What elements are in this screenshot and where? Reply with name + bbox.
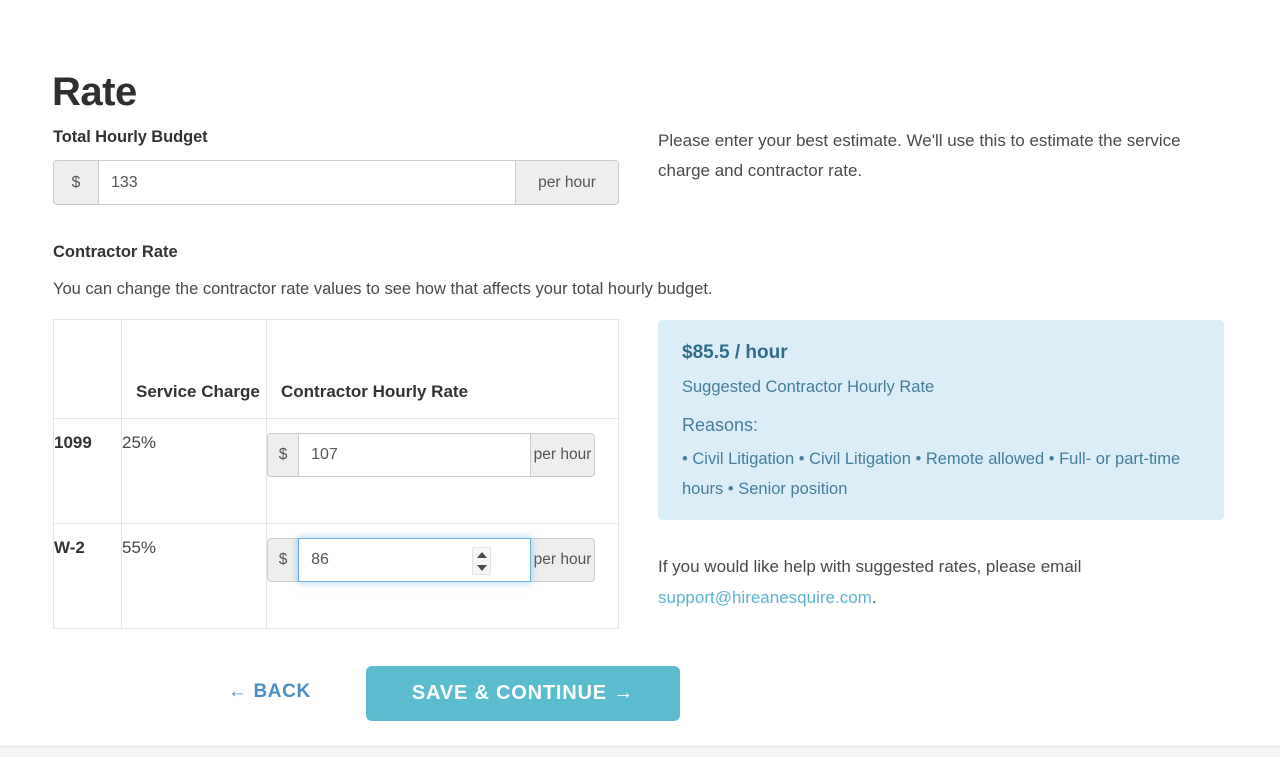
total-hourly-budget-label: Total Hourly Budget [53, 128, 208, 146]
row-service-charge-1099: 25% [121, 418, 267, 524]
currency-symbol-addon: $ [53, 160, 98, 205]
suggested-rate-amount: $85.5 / hour [682, 342, 788, 363]
number-stepper[interactable] [472, 547, 491, 575]
table-header-row: Service Charge Contractor Hourly Rate [53, 319, 619, 419]
total-budget-helper-text: Please enter your best estimate. We'll u… [658, 131, 1181, 180]
contractor-rate-label: Contractor Rate [53, 243, 178, 261]
rate-page: Rate Total Hourly Budget $ per hour Plea… [0, 0, 1280, 746]
contractor-rate-description: You can change the contractor rate value… [53, 280, 713, 298]
footer-strip [0, 746, 1280, 757]
currency-symbol-addon: $ [267, 433, 299, 477]
contractor-rate-input-group-1099[interactable]: $ per hour [267, 433, 595, 477]
suggested-rate-panel: $85.5 / hour Suggested Contractor Hourly… [658, 320, 1224, 520]
row-type-1099: 1099 [53, 418, 122, 524]
support-text-before: If you would like help with suggested ra… [658, 557, 1082, 576]
support-email-link[interactable]: support@hireanesquire.com [658, 588, 872, 607]
per-hour-addon: per hour [531, 433, 595, 477]
save-and-continue-button[interactable]: SAVE & CONTINUE → [366, 666, 680, 721]
total-hourly-budget-input-group[interactable]: $ per hour [53, 160, 619, 205]
table-row: W-2 55% $ per hour [53, 523, 619, 629]
support-help-text: If you would like help with suggested ra… [658, 551, 1198, 613]
contractor-rate-input-w2[interactable] [298, 538, 532, 582]
page-title: Rate [52, 69, 137, 114]
total-hourly-budget-input[interactable] [98, 160, 516, 205]
support-text-after: . [871, 588, 877, 607]
reasons-list: • Civil Litigation • Civil Litigation • … [682, 450, 1181, 498]
per-hour-addon: per hour [516, 160, 619, 205]
per-hour-addon: per hour [531, 538, 595, 582]
currency-symbol-addon: $ [267, 538, 299, 582]
stepper-up-icon[interactable] [476, 551, 487, 558]
stepper-down-icon[interactable] [476, 564, 487, 571]
row-service-charge-w2: 55% [121, 523, 267, 629]
back-button[interactable]: ← BACK [228, 679, 311, 705]
contractor-rate-input-1099[interactable] [298, 433, 532, 477]
contractor-rate-table: Service Charge Contractor Hourly Rate 10… [53, 319, 619, 629]
row-type-w2: W-2 [53, 523, 122, 629]
column-header-service-charge: Service Charge [121, 319, 267, 419]
contractor-rate-input-group-w2[interactable]: $ per hour [267, 538, 595, 582]
reasons-title: Reasons: [682, 415, 759, 435]
suggested-rate-subtitle: Suggested Contractor Hourly Rate [682, 378, 935, 396]
column-header-type [53, 319, 122, 419]
table-row: 1099 25% $ per hour [53, 418, 619, 524]
column-header-contractor-hourly-rate: Contractor Hourly Rate [266, 319, 619, 419]
